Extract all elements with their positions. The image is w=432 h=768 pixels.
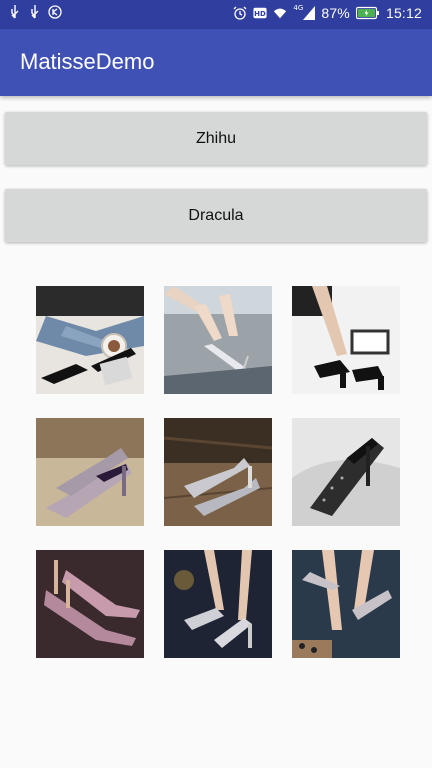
app-title: MatisseDemo — [20, 49, 155, 74]
zhihu-button[interactable]: Zhihu — [5, 112, 427, 165]
status-left-icons — [8, 5, 62, 19]
dracula-button[interactable]: Dracula — [5, 189, 427, 242]
photo-black-glitter-heel[interactable] — [292, 418, 400, 526]
photo-purple-glitter-heels[interactable] — [36, 418, 144, 526]
app-bar: MatisseDemo — [0, 29, 432, 96]
signal-icon: 4G — [293, 4, 316, 20]
status-bar: HD 4G 87% 15:12 — [0, 0, 432, 29]
photo-silver-heels-legs[interactable] — [164, 286, 272, 394]
network-type: 4G — [293, 4, 304, 12]
battery-icon — [355, 6, 380, 20]
svg-text:HD: HD — [254, 10, 266, 18]
clock: 15:12 — [385, 5, 422, 21]
photo-pink-glitter-heels[interactable] — [36, 550, 144, 658]
status-right-icons: HD 4G 87% 15:12 — [233, 4, 422, 21]
alarm-icon — [233, 6, 247, 20]
photo-silver-ankle-strap-heels[interactable] — [164, 550, 272, 658]
photo-silver-glitter-heels-wood[interactable] — [164, 418, 272, 526]
photo-black-heels-jeans[interactable] — [36, 286, 144, 394]
wifi-icon — [273, 6, 287, 20]
k-app-icon — [48, 5, 62, 19]
battery-percent: 87% — [321, 5, 350, 21]
usb-icon — [28, 5, 42, 19]
photo-black-strap-heels[interactable] — [292, 286, 400, 394]
photo-glitter-heels-legs[interactable] — [292, 550, 400, 658]
usb-icon — [8, 5, 22, 19]
hd-icon: HD — [253, 6, 267, 20]
